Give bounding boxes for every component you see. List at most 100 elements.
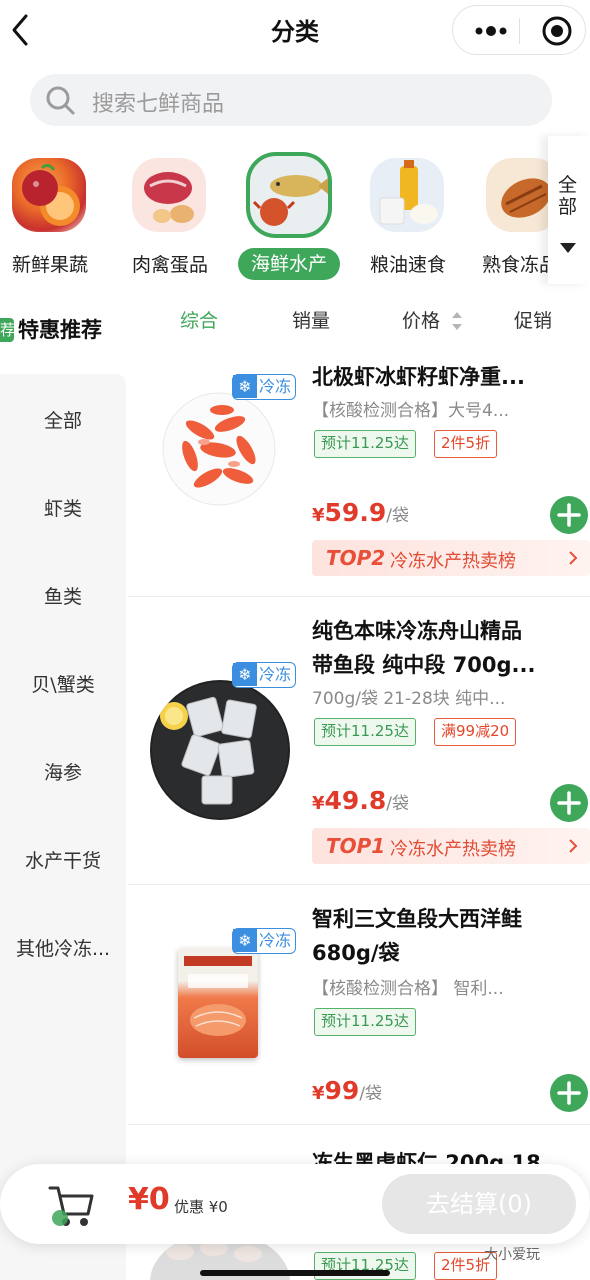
fruit-illustration <box>22 163 80 226</box>
chevron-right-icon <box>569 551 578 565</box>
divider <box>128 884 590 885</box>
sidebar-item-shrimp[interactable]: 虾类 <box>0 494 126 521</box>
all-categories-label: 全部 <box>558 174 578 218</box>
frozen-label: 冷冻 <box>259 931 292 950</box>
frozen-badge: ❄ 冷冻 <box>232 928 297 954</box>
recommend-tag: 荐 <box>0 318 14 342</box>
sort-arrows-icon <box>452 312 462 330</box>
hairtail-illustration <box>152 682 288 818</box>
product-image-hairtail[interactable] <box>150 680 290 820</box>
seafood-image <box>246 152 332 238</box>
chevron-right-icon <box>569 839 578 853</box>
recommend-label: 特惠推荐 <box>18 318 102 342</box>
home-indicator <box>200 1270 390 1276</box>
product-price: ¥49.8/袋 <box>312 786 409 815</box>
sort-price[interactable]: 价格 <box>402 306 440 333</box>
fruit-image <box>12 158 86 232</box>
watermark: 大小爱玩 <box>484 1247 540 1263</box>
currency-symbol: ¥ <box>128 1182 149 1217</box>
promo-badge: 满99减20 <box>434 718 517 746</box>
add-to-cart-button[interactable] <box>550 496 588 534</box>
product-name-line2[interactable]: 带鱼段 纯中段 700g... <box>312 648 562 682</box>
price-unit: /袋 <box>386 506 409 526</box>
delivery-badge: 预计11.25达 <box>314 1008 416 1036</box>
sidebar-item-shellfish-crab[interactable]: 贝\蟹类 <box>0 670 126 697</box>
price-unit: /袋 <box>359 1084 383 1104</box>
category-label: 熟食冻品 <box>482 254 556 276</box>
category-fruits-vegetables[interactable]: 新鲜果蔬 <box>0 152 110 282</box>
rank-label: 冷冻水产热卖榜 <box>390 839 516 860</box>
frozen-label: 冷冻 <box>259 377 292 396</box>
rank-number: TOP1 <box>326 834 386 858</box>
snowflake-icon: ❄ <box>233 375 257 398</box>
checkout-button[interactable]: 去结算(0) <box>382 1174 576 1234</box>
product-image-salmon[interactable] <box>178 948 258 1058</box>
category-label: 肉禽蛋品 <box>131 254 208 276</box>
close-miniprogram-button[interactable] <box>541 15 573 47</box>
hot-ranking-banner[interactable]: TOP1 冷冻水产热卖榜 <box>312 828 590 864</box>
category-grain-oil[interactable]: 粮油速食 <box>358 152 468 282</box>
cart-total: ¥0 <box>128 1182 170 1217</box>
delivery-badge: 预计11.25达 <box>314 430 416 458</box>
currency-symbol: ¥ <box>312 793 325 814</box>
rank-number: TOP2 <box>326 546 386 570</box>
product-name-line1[interactable]: 纯色本味冷冻舟山精品 <box>312 614 562 648</box>
product-subtitle: 700g/袋 21-28块 纯中... <box>312 689 506 709</box>
divider <box>128 596 590 597</box>
product-price: ¥99/袋 <box>312 1076 382 1105</box>
meat-illustration <box>144 172 194 223</box>
rank-label: 冷冻水产热卖榜 <box>390 551 516 572</box>
search-placeholder: 搜索七鲜商品 <box>92 92 225 117</box>
add-to-cart-button[interactable] <box>550 784 588 822</box>
category-meat-eggs[interactable]: 肉禽蛋品 <box>120 152 230 282</box>
price-unit: /袋 <box>386 794 409 814</box>
grain-oil-illustration <box>379 160 438 225</box>
sidebar-item-dried-seafood[interactable]: 水产干货 <box>0 846 126 873</box>
sidebar-item-sea-cucumber[interactable]: 海参 <box>0 758 126 785</box>
currency-symbol: ¥ <box>312 505 325 526</box>
sort-promotion[interactable]: 促销 <box>514 306 552 333</box>
price-value: 59.9 <box>324 498 387 527</box>
cart-icon[interactable] <box>46 1180 96 1228</box>
sidebar-item-other-frozen[interactable]: 其他冷冻... <box>0 934 126 961</box>
category-seafood[interactable]: 海鲜水产 <box>238 152 350 282</box>
sort-comprehensive[interactable]: 综合 <box>180 306 218 333</box>
capsule-divider <box>519 18 520 44</box>
price-value: 99 <box>324 1076 360 1105</box>
category-label: 新鲜果蔬 <box>11 254 88 276</box>
product-image-arctic-shrimp[interactable] <box>160 390 278 508</box>
cart-discount: 优惠 ¥0 <box>174 1198 228 1216</box>
frozen-badge: ❄ 冷冻 <box>232 662 297 688</box>
product-subtitle: 【核酸检测合格】 智利... <box>312 979 504 999</box>
add-to-cart-button[interactable] <box>550 1074 588 1112</box>
more-button[interactable] <box>469 15 513 47</box>
sort-sales[interactable]: 销量 <box>292 306 330 333</box>
cart-bar: ¥0 优惠 ¥0 去结算(0) <box>0 1164 590 1244</box>
plus-icon <box>557 791 581 815</box>
sidebar-item-fish[interactable]: 鱼类 <box>0 582 126 609</box>
salmon-package-illustration <box>184 956 252 1036</box>
promo-badge: 2件5折 <box>434 430 498 458</box>
sidebar-item-all[interactable]: 全部 <box>0 406 126 433</box>
product-name[interactable]: 北极虾冰虾籽虾净重... <box>312 360 562 394</box>
search-icon <box>46 86 75 115</box>
product-subtitle: 【核酸检测合格】大号4... <box>312 401 510 421</box>
cart-amount: 0 <box>148 1182 170 1217</box>
nav-header: 分类 <box>0 0 590 62</box>
price-value: 49.8 <box>324 786 387 815</box>
product-name-line1[interactable]: 智利三文鱼段大西洋鲑 <box>312 902 562 936</box>
shrimp-illustration <box>162 392 276 506</box>
frozen-badge: ❄ 冷冻 <box>232 374 297 400</box>
category-strip: 新鲜果蔬 肉禽蛋品 海鲜水产 粮油速食 熟食冻品 <box>0 140 590 292</box>
hot-ranking-banner[interactable]: TOP2 冷冻水产热卖榜 <box>312 540 590 576</box>
category-label: 粮油速食 <box>369 254 446 276</box>
category-label: 海鲜水产 <box>238 248 340 280</box>
all-categories-button[interactable]: 全部 <box>548 136 590 284</box>
snowflake-icon: ❄ <box>233 663 257 686</box>
more-dots-icon <box>475 26 507 36</box>
search-bar[interactable]: 搜索七鲜商品 <box>30 74 552 126</box>
product-name-line2[interactable]: 680g/袋 <box>312 936 562 970</box>
plus-icon <box>557 1081 581 1105</box>
currency-symbol: ¥ <box>312 1083 325 1104</box>
plus-icon <box>557 503 581 527</box>
